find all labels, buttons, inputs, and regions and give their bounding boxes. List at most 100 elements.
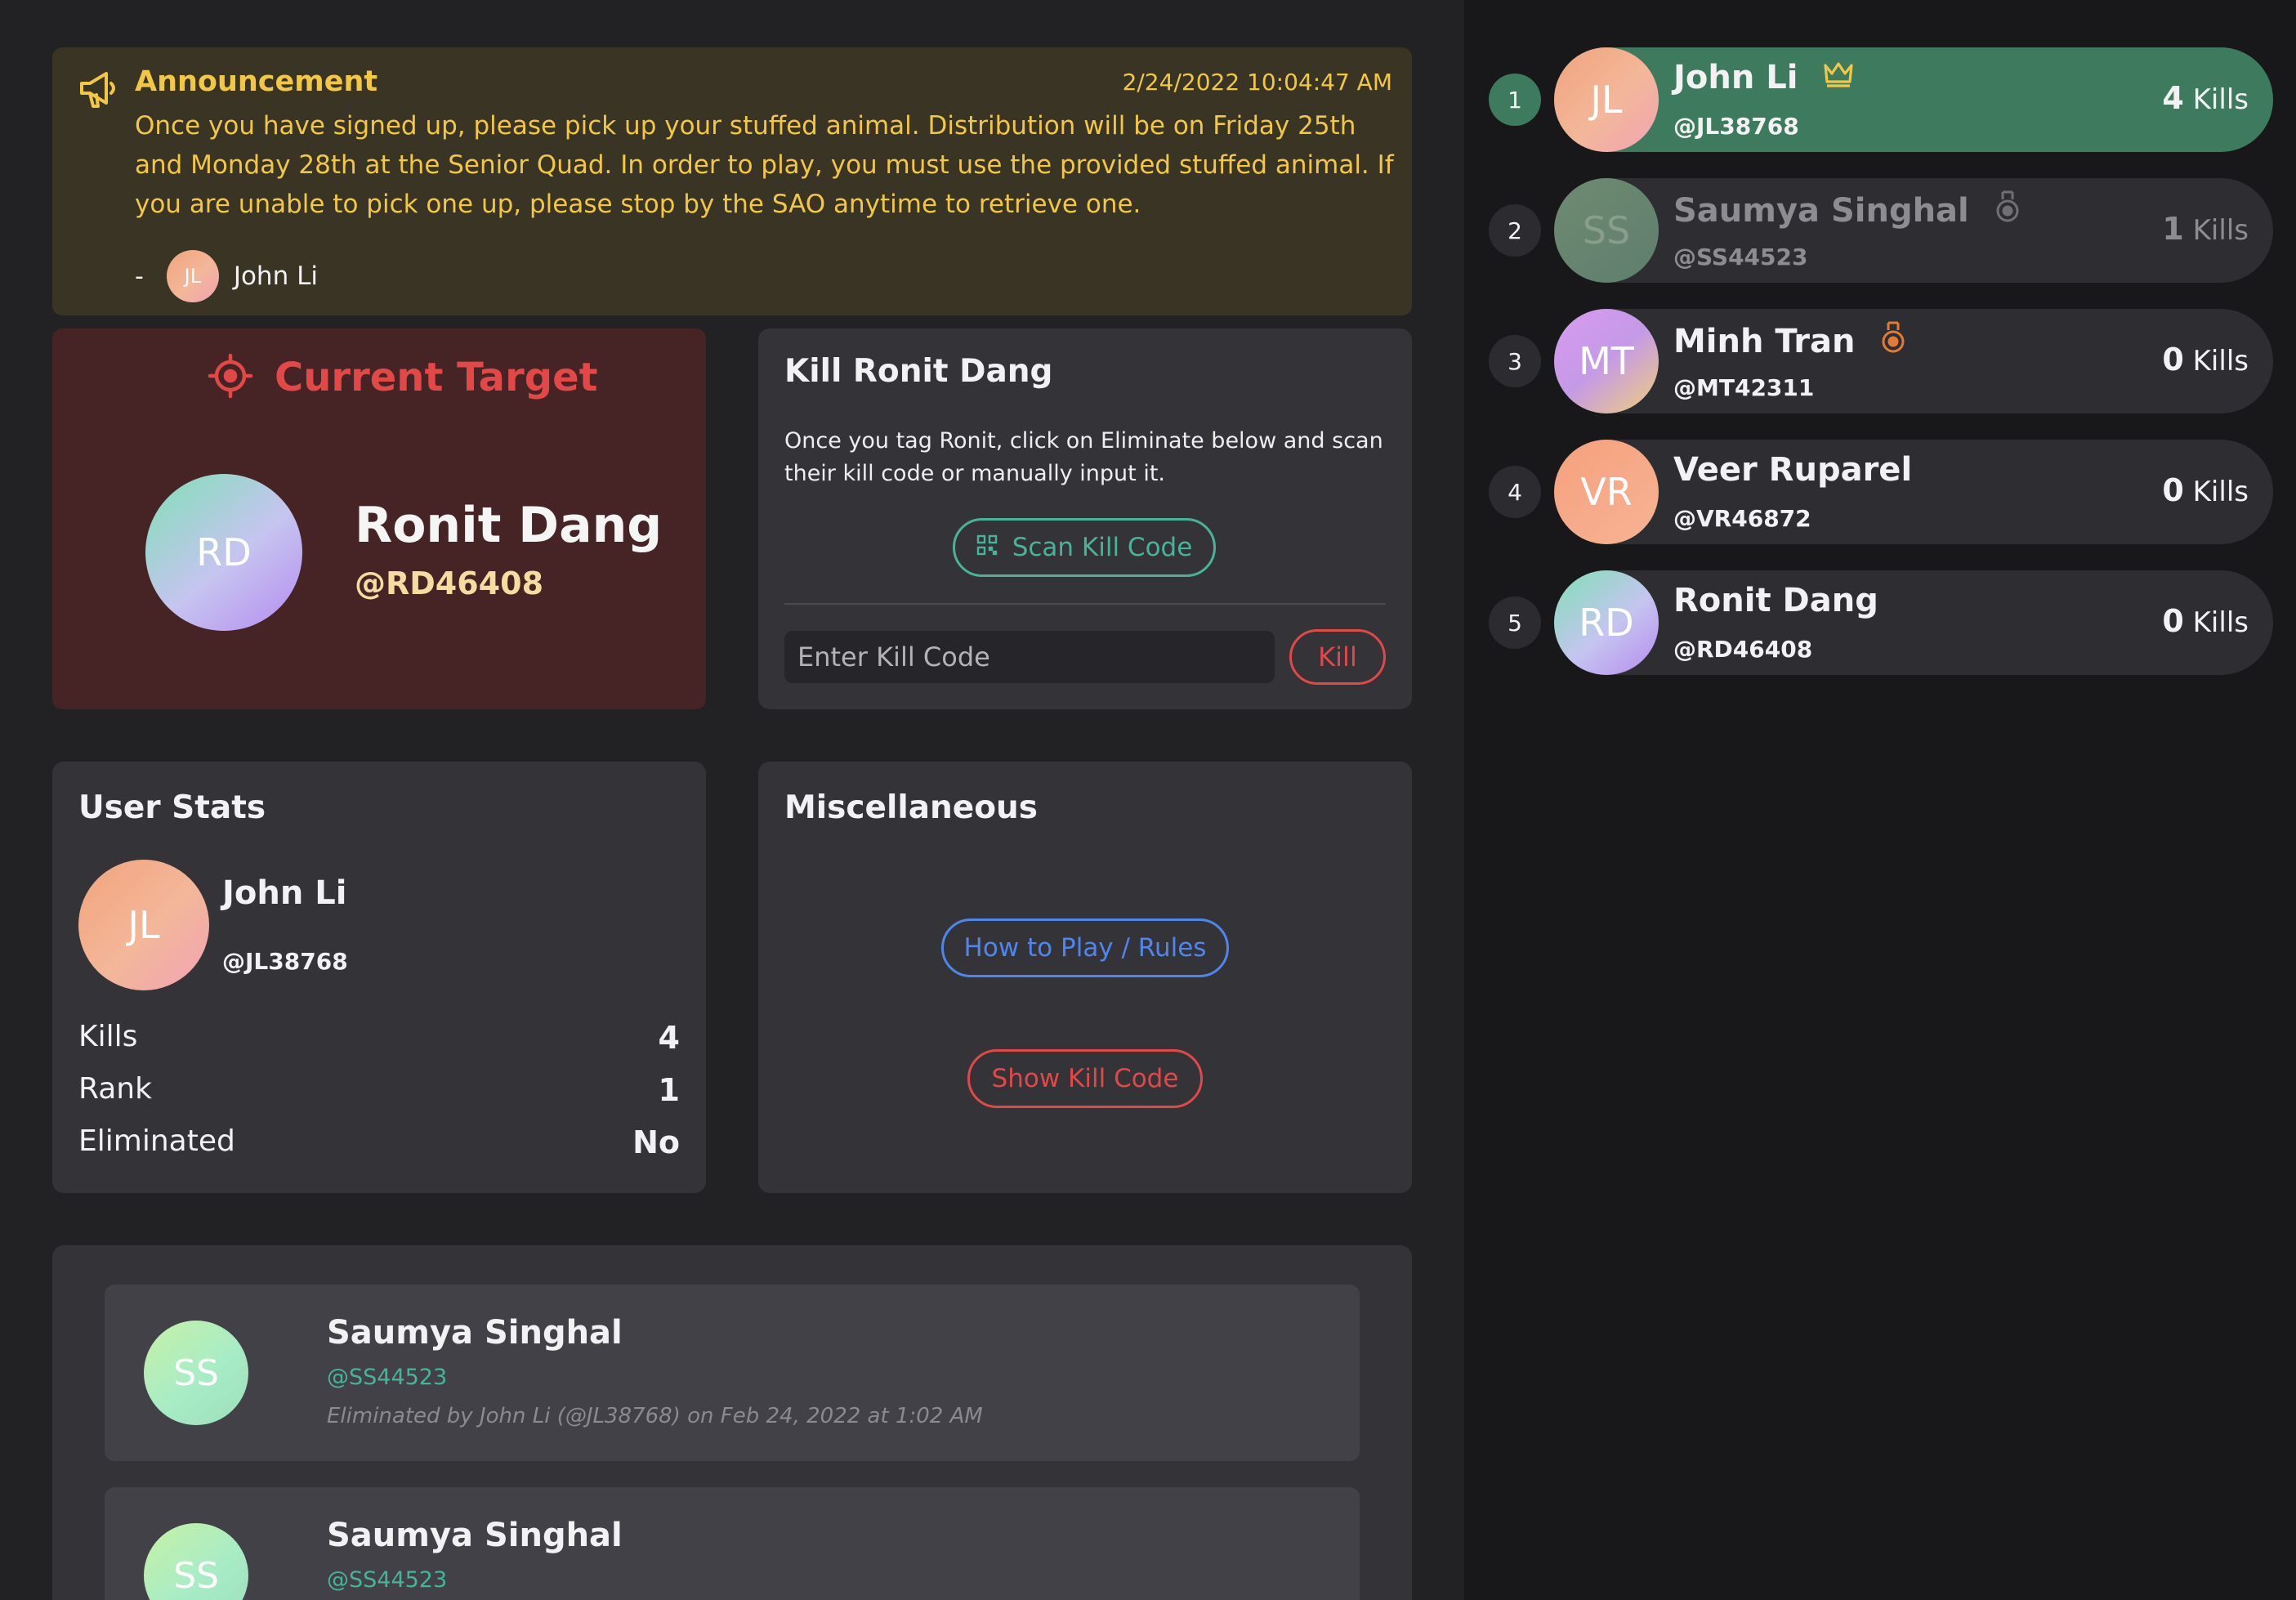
stat-row-eliminated: Eliminated No	[78, 1124, 680, 1160]
kills-count: 4	[2162, 80, 2184, 116]
leaderboard-handle: @RD46408	[1673, 636, 1813, 663]
main-panel: Announcement 2/24/2022 10:04:47 AM Once …	[0, 0, 1464, 1600]
user-stats-card: User Stats JL John Li @JL38768 Kills 4 R…	[52, 762, 706, 1193]
announcement-date: 2/24/2022 10:04:47 AM	[1122, 69, 1392, 96]
stat-value: 1	[658, 1072, 680, 1108]
eliminated-name: Saumya Singhal	[327, 1314, 623, 1352]
leaderboard-kills: 1 Kills	[2162, 211, 2249, 247]
announcement-signature: - JL John Li	[135, 250, 318, 302]
kills-label: Kills	[2192, 345, 2249, 378]
kill-code-input[interactable]	[784, 631, 1275, 683]
rank-badge: 2	[1489, 204, 1541, 257]
stat-row-rank: Rank 1	[78, 1072, 680, 1108]
leaderboard-row-5[interactable]: 5 RD Ronit Dang @RD46408 0 Kills	[1489, 570, 2273, 675]
kills-label: Kills	[2192, 214, 2249, 247]
leaderboard-avatar: RD	[1554, 570, 1659, 675]
current-target-title: Current Target	[275, 355, 598, 400]
leaderboard-avatar: VR	[1554, 440, 1659, 544]
leaderboard-name-wrap: John Li	[1673, 59, 1855, 96]
kills-label: Kills	[2192, 83, 2249, 116]
leaderboard-name: Ronit Dang	[1673, 582, 1878, 619]
signature-dash: -	[135, 261, 144, 291]
leaderboard-handle: @MT42311	[1673, 374, 1815, 401]
elimination-item: SS Saumya Singhal @SS44523 Eliminated by…	[105, 1285, 1360, 1461]
stat-label: Rank	[78, 1072, 152, 1106]
leaderboard-row-4[interactable]: 4 VR Veer Ruparel @VR46872 0 Kills	[1489, 440, 2273, 544]
kills-count: 0	[2162, 342, 2184, 378]
kill-card: Kill Ronit Dang Once you tag Ronit, clic…	[758, 328, 1412, 709]
eliminated-handle: @SS44523	[327, 1365, 448, 1390]
leaderboard-handle: @JL38768	[1673, 113, 1799, 140]
miscellaneous-card: Miscellaneous How to Play / Rules Show K…	[758, 762, 1412, 1193]
kill-card-description: Once you tag Ronit, click on Eliminate b…	[784, 428, 1383, 486]
target-avatar: RD	[145, 474, 302, 631]
eliminated-avatar: SS	[144, 1321, 248, 1425]
announcement-title: Announcement	[135, 65, 378, 98]
leaderboard-avatar: SS	[1554, 178, 1659, 283]
kills-label: Kills	[2192, 476, 2249, 508]
rank-badge: 4	[1489, 466, 1541, 518]
leaderboard-name: Minh Tran	[1673, 323, 1856, 360]
leaderboard-name: Saumya Singhal	[1673, 192, 1969, 230]
kills-count: 0	[2162, 603, 2184, 639]
leaderboard-name: Veer Ruparel	[1673, 451, 1913, 489]
stat-value: 4	[658, 1020, 680, 1056]
leaderboard-row-2[interactable]: 2 SS Saumya Singhal @SS44523 1 Kills	[1489, 178, 2273, 283]
leaderboard-handle: @VR46872	[1673, 505, 1811, 532]
show-kill-code-button[interactable]: Show Kill Code	[967, 1049, 1203, 1108]
kills-count: 1	[2162, 211, 2184, 247]
bronze-medal-icon	[1879, 320, 1907, 363]
author-name: John Li	[233, 261, 318, 291]
kill-button[interactable]: Kill	[1289, 629, 1386, 685]
kills-label: Kills	[2192, 606, 2249, 639]
rank-badge: 5	[1489, 597, 1541, 649]
scan-kill-code-button[interactable]: Scan Kill Code	[953, 518, 1216, 577]
announcement-card: Announcement 2/24/2022 10:04:47 AM Once …	[52, 47, 1412, 315]
current-target-card: Current Target RD Ronit Dang @RD46408	[52, 328, 706, 709]
rank-badge: 1	[1489, 74, 1541, 126]
leaderboard-row-1[interactable]: 1 JL John Li @JL38768 4 Kills	[1489, 47, 2273, 152]
leaderboard-row-3[interactable]: 3 MT Minh Tran @MT42311 0 Kills	[1489, 309, 2273, 413]
user-name: John Li	[222, 874, 347, 912]
kill-card-divider	[784, 603, 1386, 605]
elimination-info: Eliminated by John Li (@JL38768) on Feb …	[327, 1404, 983, 1428]
eliminations-feed: SS Saumya Singhal @SS44523 Eliminated by…	[52, 1245, 1412, 1600]
leaderboard-kills: 0 Kills	[2162, 472, 2249, 508]
announcement-body: Once you have signed up, please pick up …	[135, 111, 1394, 219]
leaderboard-kills: 4 Kills	[2162, 80, 2249, 116]
author-avatar: JL	[166, 250, 219, 302]
user-handle: @JL38768	[222, 948, 348, 975]
stat-row-kills: Kills 4	[78, 1020, 680, 1056]
crown-icon	[1822, 59, 1855, 96]
rank-badge: 3	[1489, 335, 1541, 387]
user-stats-title: User Stats	[78, 789, 266, 826]
stat-label: Kills	[78, 1020, 138, 1053]
megaphone-icon	[75, 65, 121, 111]
leaderboard-avatar: JL	[1554, 47, 1659, 152]
leaderboard-avatar: MT	[1554, 309, 1659, 413]
target-handle: @RD46408	[355, 565, 544, 601]
leaderboard-kills: 0 Kills	[2162, 603, 2249, 639]
leaderboard-name-wrap: Veer Ruparel	[1673, 451, 1912, 489]
kill-card-title: Kill Ronit Dang	[784, 353, 1053, 390]
target-name: Ronit Dang	[355, 497, 663, 554]
leaderboard-name-wrap: Saumya Singhal	[1673, 190, 2021, 232]
crosshair-icon	[208, 353, 253, 402]
elimination-item: SS Saumya Singhal @SS44523	[105, 1487, 1360, 1600]
leaderboard-kills: 0 Kills	[2162, 342, 2249, 378]
user-avatar: JL	[78, 860, 209, 990]
scan-kill-code-label: Scan Kill Code	[1012, 533, 1193, 562]
kills-count: 0	[2162, 472, 2184, 508]
eliminated-name: Saumya Singhal	[327, 1517, 623, 1554]
qr-code-icon	[976, 533, 998, 562]
eliminated-avatar: SS	[144, 1523, 248, 1600]
leaderboard-handle: @SS44523	[1673, 244, 1808, 270]
leaderboard-name-wrap: Ronit Dang	[1673, 582, 1878, 619]
eliminated-handle: @SS44523	[327, 1567, 448, 1593]
miscellaneous-title: Miscellaneous	[784, 789, 1039, 826]
leaderboard-name-wrap: Minh Tran	[1673, 320, 1907, 363]
how-to-play-button[interactable]: How to Play / Rules	[941, 918, 1229, 977]
stat-label: Eliminated	[78, 1124, 235, 1158]
silver-medal-icon	[1994, 190, 2021, 232]
stat-value: No	[632, 1124, 680, 1160]
